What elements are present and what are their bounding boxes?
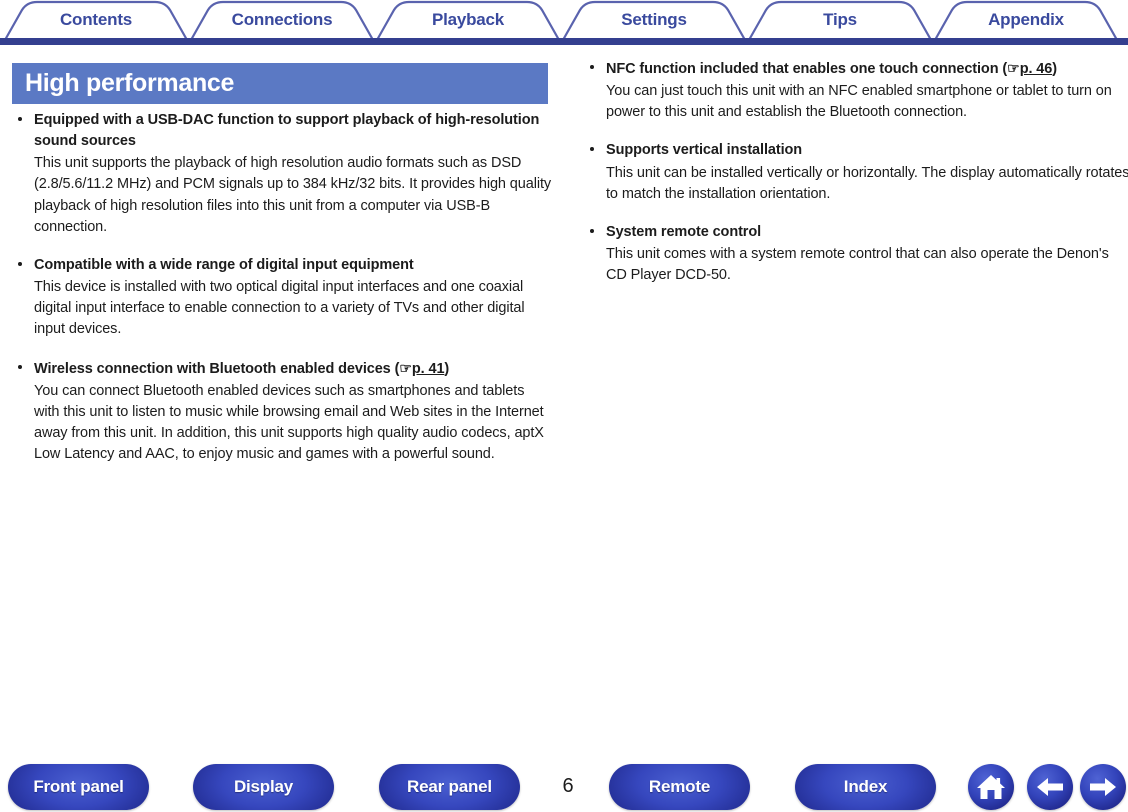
tab-appendix[interactable]: Appendix [966, 10, 1086, 30]
hand-pointer-icon: ☞ [1007, 60, 1020, 76]
manual-page: Contents Connections Playback Settings T… [0, 0, 1128, 812]
tab-tips-label: Tips [823, 10, 857, 29]
arrow-left-icon [1037, 778, 1063, 796]
tab-tips[interactable]: Tips [780, 10, 900, 30]
section-heading-band: High performance [12, 63, 548, 104]
feature-body: This unit comes with a system remote con… [606, 246, 1109, 284]
tab-contents-label: Contents [59, 10, 133, 29]
bullet-dot [590, 147, 594, 152]
feature-body: You can just touch this unit with an NFC… [606, 83, 1112, 121]
feature-item: Compatible with a wide range of digital … [12, 255, 552, 341]
remote-button[interactable]: Remote [609, 764, 750, 810]
feature-heading-text: Compatible with a wide range of digital … [34, 256, 414, 273]
bullet-dot [590, 228, 594, 233]
home-icon [977, 775, 1005, 799]
feature-heading: System remote control [584, 222, 1128, 243]
display-button-label: Display [233, 777, 294, 796]
feature-heading: Wireless connection with Bluetooth enabl… [12, 358, 552, 380]
feature-body: This unit can be installed vertically or… [606, 164, 1128, 202]
feature-body: This unit supports the playback of high … [34, 155, 552, 235]
arrow-right-icon [1090, 778, 1116, 796]
bullet-dot [18, 364, 22, 369]
feature-item: Equipped with a USB-DAC function to supp… [12, 110, 552, 238]
back-button[interactable] [1027, 764, 1073, 810]
feature-item: System remote control This unit comes wi… [584, 222, 1128, 286]
feature-item: Wireless connection with Bluetooth enabl… [12, 358, 552, 466]
tab-settings[interactable]: Settings [594, 10, 714, 30]
feature-heading-text: Supports vertical installation [606, 142, 803, 159]
page-number: 6 [562, 775, 574, 797]
feature-heading-text: Wireless connection with Bluetooth enabl… [34, 360, 391, 377]
tab-connections-label: Connections [231, 10, 333, 29]
feature-item: NFC function included that enables one t… [584, 58, 1128, 123]
bullet-dot [18, 261, 22, 266]
feature-heading: NFC function included that enables one t… [584, 58, 1128, 80]
left-column: Equipped with a USB-DAC function to supp… [12, 110, 552, 465]
rear-panel-button-label: Rear panel [407, 777, 492, 796]
tab-contents[interactable]: Contents [36, 10, 156, 30]
index-button[interactable]: Index [795, 764, 936, 810]
feature-body: This device is installed with two optica… [34, 279, 525, 338]
index-button-label: Index [843, 777, 888, 796]
feature-heading: Supports vertical installation [584, 140, 1128, 161]
bullet-dot [18, 117, 22, 121]
front-panel-button[interactable]: Front panel [8, 764, 149, 810]
display-button[interactable]: Display [193, 764, 334, 810]
feature-heading: Equipped with a USB-DAC function to supp… [12, 110, 552, 152]
page-reference-link[interactable]: (☞p. 46) [998, 60, 1057, 77]
page-reference-link[interactable]: (☞p. 41) [391, 359, 450, 377]
right-column: NFC function included that enables one t… [584, 58, 1128, 286]
feature-heading-text: Equipped with a USB-DAC function to supp… [34, 112, 540, 150]
page-reference-number: p. 46 [1019, 61, 1053, 77]
hand-pointer-icon: ☞ [399, 359, 412, 376]
tab-settings-label: Settings [621, 10, 687, 29]
tab-bar-shapes [0, 0, 1128, 45]
tab-playback-label: Playback [431, 10, 505, 29]
page-reference-number: p. 41 [411, 360, 445, 377]
tab-connections[interactable]: Connections [222, 10, 342, 30]
rear-panel-button[interactable]: Rear panel [379, 764, 520, 810]
tab-bar: Contents Connections Playback Settings T… [0, 0, 1128, 45]
footer-navigation: Front panel Display Rear panel 6 Remote … [0, 764, 1128, 812]
feature-heading-text: NFC function included that enables one t… [606, 61, 999, 77]
page-title: High performance [25, 69, 235, 97]
feature-body: You can connect Bluetooth enabled device… [34, 382, 544, 463]
remote-button-label: Remote [648, 777, 711, 796]
front-panel-button-label: Front panel [33, 777, 124, 796]
feature-heading-text: System remote control [606, 223, 762, 240]
feature-heading: Compatible with a wide range of digital … [12, 255, 552, 276]
bullet-dot [590, 65, 594, 69]
tab-appendix-label: Appendix [988, 10, 1064, 29]
home-button[interactable] [968, 764, 1014, 810]
feature-item: Supports vertical installation This unit… [584, 140, 1128, 204]
forward-button[interactable] [1080, 764, 1126, 810]
tab-playback[interactable]: Playback [408, 10, 528, 30]
